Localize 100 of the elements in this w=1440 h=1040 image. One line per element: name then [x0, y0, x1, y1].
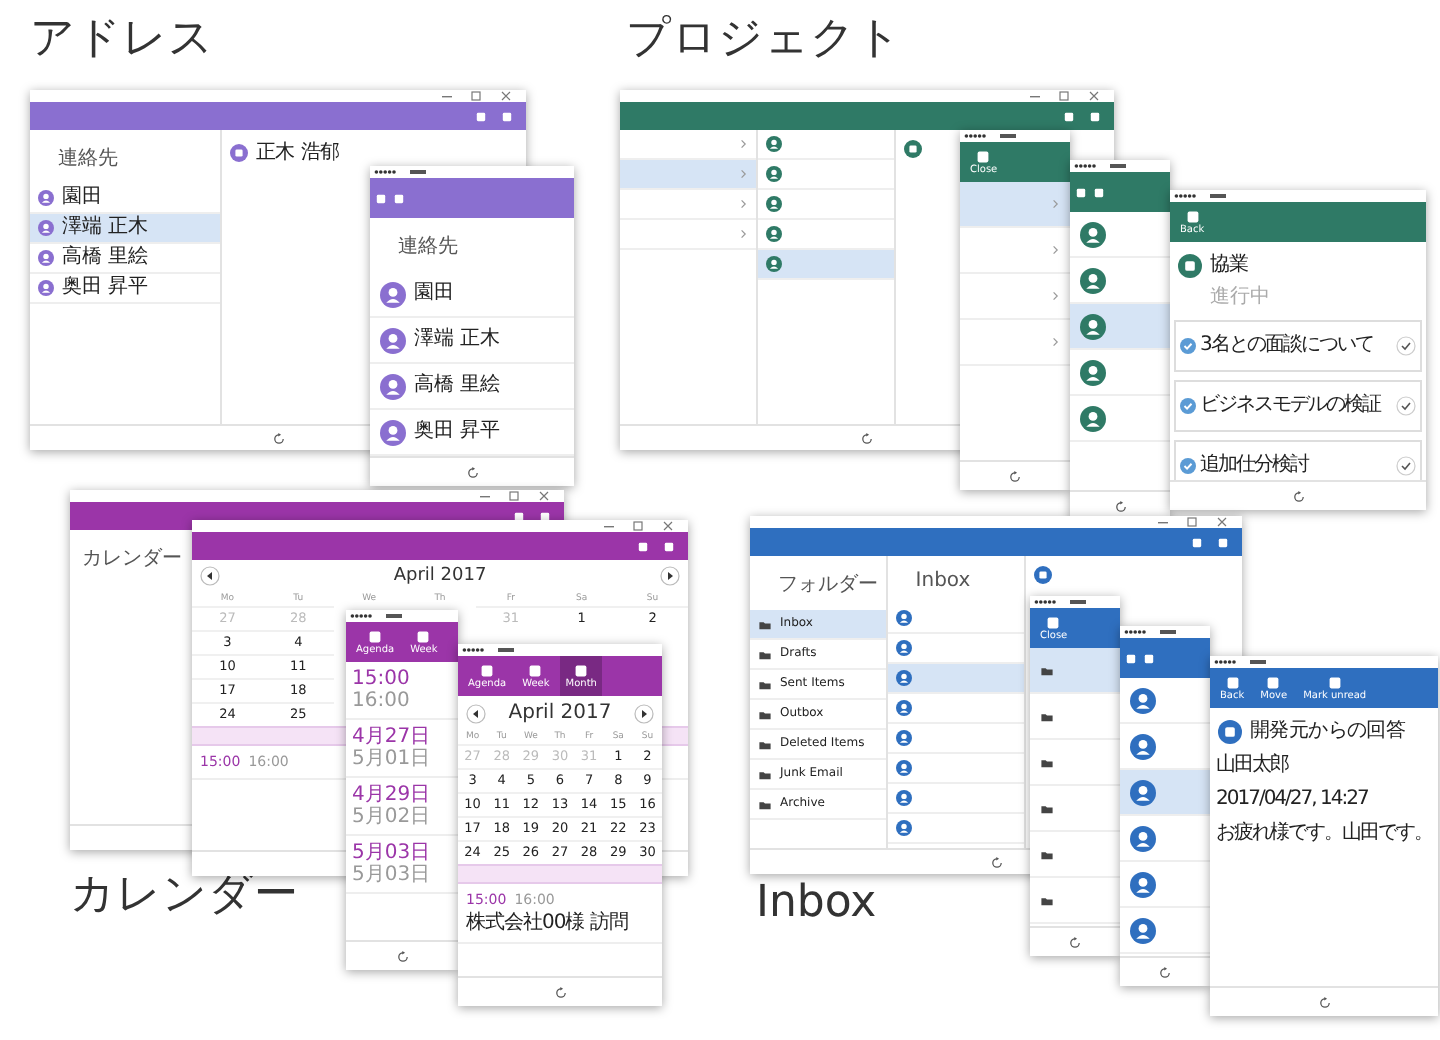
- chevron-icon: [740, 198, 749, 210]
- section-heading: アドレス: [30, 16, 214, 64]
- event-start-date: 4月29日: [352, 784, 431, 806]
- event-title: 株式会社00様 訪問: [466, 912, 628, 936]
- avatar-icon: [766, 196, 783, 212]
- detail-title: 開発元からの回答: [1250, 718, 1406, 744]
- folder-icon: [758, 737, 772, 751]
- avatar-icon: [895, 610, 912, 626]
- list-item[interactable]: [758, 160, 895, 190]
- list-item[interactable]: 澤端 正木: [370, 318, 574, 364]
- task-card[interactable]: 3名との面談について: [1174, 320, 1422, 372]
- list-item[interactable]: [758, 250, 895, 280]
- status-text: 進行中: [1208, 283, 1272, 312]
- chevron-icon: [1052, 198, 1060, 210]
- avatar-icon: [1130, 687, 1156, 713]
- event-end-date: 16:00: [352, 690, 410, 712]
- refresh-icon[interactable]: [465, 465, 479, 479]
- refresh-icon[interactable]: [1291, 489, 1305, 503]
- check-icon[interactable]: [1396, 336, 1416, 356]
- avatar-icon: [1130, 779, 1156, 805]
- refresh-icon[interactable]: [1317, 995, 1331, 1009]
- list-item[interactable]: [758, 130, 895, 160]
- refresh-icon[interactable]: [553, 985, 567, 999]
- list-item[interactable]: [1120, 770, 1210, 816]
- refresh-icon[interactable]: [1113, 499, 1127, 513]
- pane-title: 連絡先: [396, 233, 460, 262]
- refresh-icon[interactable]: [1068, 935, 1082, 949]
- list-item[interactable]: 澤端 正木: [30, 214, 220, 244]
- task-card[interactable]: ビジネスモデルの検証: [1174, 380, 1422, 432]
- toolbar-icon: [572, 662, 591, 680]
- toolbar-icon: [1044, 614, 1063, 632]
- check-circle-icon: [1180, 338, 1196, 354]
- window-controls-icon[interactable]: [1030, 90, 1102, 102]
- next-month-icon[interactable]: [633, 703, 654, 723]
- avatar-icon: [1080, 221, 1106, 247]
- list-item[interactable]: [887, 694, 1024, 724]
- toolbar-icon: [1183, 208, 1202, 226]
- refresh-icon[interactable]: [1008, 469, 1022, 483]
- list-item[interactable]: 園田: [370, 272, 574, 318]
- toolbar-icon: [366, 628, 385, 646]
- avatar-icon: [1130, 917, 1156, 943]
- message-text: 2017/04/27, 14:27: [1214, 786, 1370, 814]
- avatar-icon: [895, 670, 912, 686]
- avatar-icon: [895, 790, 912, 806]
- section-heading: プロジェクト: [626, 16, 902, 64]
- event-end-date: 5月02日: [352, 806, 431, 828]
- refresh-icon[interactable]: [271, 431, 285, 445]
- item-icon: [1033, 566, 1052, 584]
- folder-icon: [758, 797, 772, 811]
- folder-icon: [758, 647, 772, 661]
- avatar-icon: [1130, 871, 1156, 897]
- message-text: 山田太郎: [1214, 751, 1291, 780]
- window-controls-icon[interactable]: [442, 90, 514, 102]
- toolbar-icon: [1223, 674, 1242, 692]
- avatar-icon: [380, 419, 406, 445]
- list-item[interactable]: [887, 664, 1024, 694]
- list-item[interactable]: [887, 784, 1024, 814]
- chevron-icon: [1052, 290, 1060, 302]
- pane-title: Inbox: [913, 568, 973, 596]
- refresh-icon[interactable]: [1158, 965, 1172, 979]
- folder-icon: [758, 617, 772, 631]
- list-item[interactable]: 高橋 里絵: [30, 244, 220, 274]
- avatar-icon: [766, 166, 783, 182]
- list-item[interactable]: 奥田 昇平: [30, 274, 220, 304]
- chevron-icon: [1052, 244, 1060, 256]
- chevron-icon: [740, 168, 749, 180]
- folder-icon: [758, 677, 772, 691]
- list-item[interactable]: [887, 814, 1024, 844]
- next-month-icon[interactable]: [660, 566, 680, 586]
- avatar-icon: [1080, 405, 1106, 431]
- toolbar-icon: [478, 662, 497, 680]
- previous-month-icon[interactable]: [466, 703, 486, 723]
- check-icon[interactable]: [1396, 456, 1416, 476]
- task-card[interactable]: 追加仕分検討: [1174, 440, 1422, 480]
- avatar-icon: [766, 136, 783, 152]
- toolbar-icon: [1325, 674, 1344, 692]
- folder-icon: [1040, 801, 1054, 815]
- month-title: April 2017: [508, 702, 612, 724]
- list-item[interactable]: [1070, 304, 1170, 350]
- toolbar-icon: [1264, 674, 1283, 692]
- chevron-icon: [740, 138, 749, 150]
- refresh-icon[interactable]: [989, 855, 1003, 869]
- refresh-icon[interactable]: [395, 949, 409, 963]
- list-item[interactable]: [887, 604, 1024, 634]
- avatar-icon: [766, 226, 783, 242]
- event-end-date: 5月01日: [352, 748, 431, 770]
- event-end-date: 5月03日: [352, 864, 431, 886]
- window-controls-icon[interactable]: [480, 490, 552, 502]
- previous-month-icon[interactable]: [200, 566, 220, 586]
- section-heading: Inbox: [756, 880, 877, 928]
- avatar-icon: [895, 820, 912, 836]
- window-controls-icon[interactable]: [1158, 516, 1230, 528]
- list-item[interactable]: 高橋 里絵: [370, 364, 574, 410]
- refresh-icon[interactable]: [860, 431, 874, 445]
- check-icon[interactable]: [1396, 396, 1416, 416]
- list-item[interactable]: 奥田 昇平: [370, 410, 574, 456]
- window-controls-icon[interactable]: [604, 520, 676, 532]
- list-item[interactable]: [887, 724, 1024, 754]
- list-item[interactable]: [758, 190, 895, 220]
- list-item[interactable]: [887, 754, 1024, 784]
